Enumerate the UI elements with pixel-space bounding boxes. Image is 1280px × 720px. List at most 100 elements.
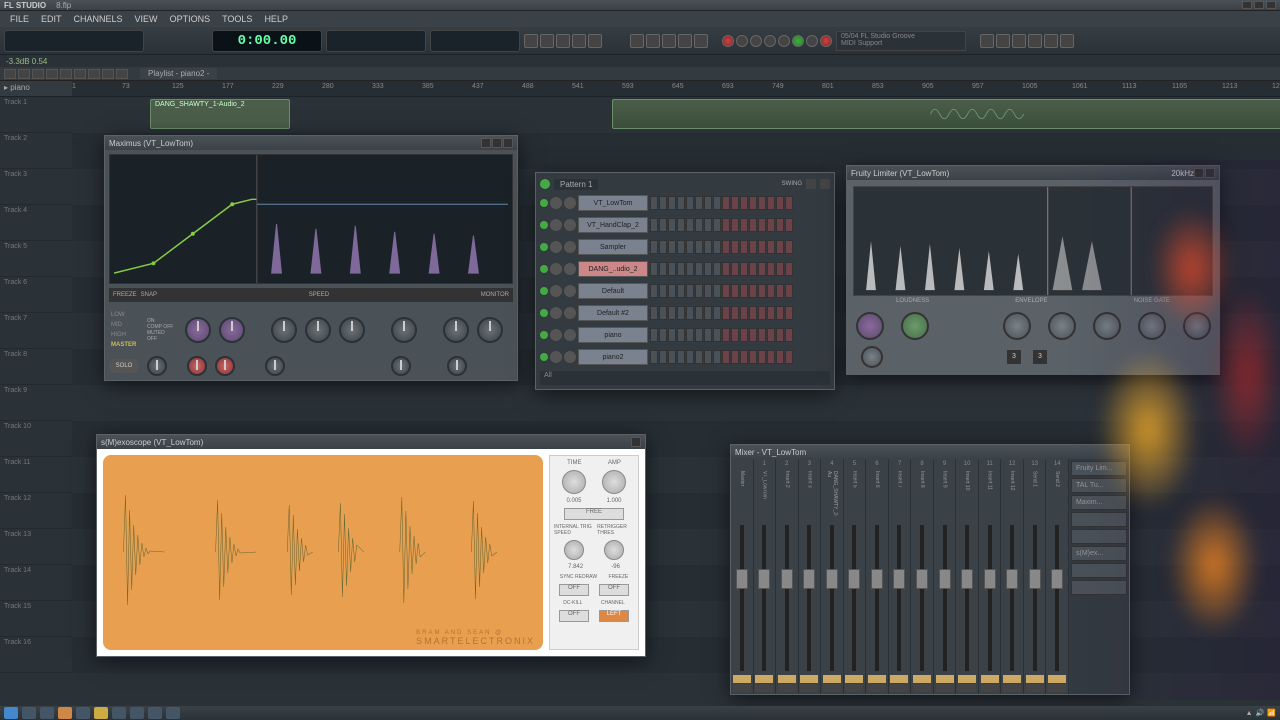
pianoroll-button[interactable]: [662, 34, 676, 48]
channel-led[interactable]: [540, 331, 548, 339]
volume-icon[interactable]: 🔊: [1256, 709, 1265, 717]
menu-edit[interactable]: EDIT: [35, 14, 68, 24]
paint-tool[interactable]: [18, 69, 30, 79]
mute-btn[interactable]: [823, 675, 841, 683]
channel-led[interactable]: [540, 309, 548, 317]
small-knob-5[interactable]: [391, 356, 411, 376]
timeline-ruler[interactable]: 1731251772292803333854374885415936456937…: [72, 81, 1280, 96]
band-low[interactable]: LOW: [109, 310, 139, 320]
step[interactable]: [731, 284, 739, 298]
step[interactable]: [695, 240, 703, 254]
step[interactable]: [677, 306, 685, 320]
info-button[interactable]: [1060, 34, 1074, 48]
mute-btn[interactable]: [936, 675, 954, 683]
knob-5[interactable]: [443, 317, 469, 343]
menu-file[interactable]: FILE: [4, 14, 35, 24]
pan-knob[interactable]: [550, 219, 562, 231]
step[interactable]: [740, 350, 748, 364]
small-knob-3[interactable]: [215, 356, 235, 376]
fader[interactable]: [830, 525, 834, 671]
pan-knob[interactable]: [550, 307, 562, 319]
mixer-strip-2[interactable]: 2Insert 2: [776, 459, 799, 694]
step[interactable]: [659, 218, 667, 232]
fader[interactable]: [762, 525, 766, 671]
int-knob[interactable]: [564, 540, 584, 560]
step[interactable]: [686, 306, 694, 320]
maximus-titlebar[interactable]: Maximus (VT_LowTom): [105, 136, 517, 150]
step[interactable]: [650, 218, 658, 232]
fader[interactable]: [740, 525, 744, 671]
waveform-display[interactable]: BRAM AND SEAN @ SMARTELECTRONIX: [103, 455, 543, 650]
channel-name[interactable]: piano: [578, 327, 648, 343]
gain-knob[interactable]: [856, 312, 884, 340]
rec-opt-3[interactable]: [750, 35, 762, 47]
free-button[interactable]: FREE: [564, 508, 624, 520]
erase-tool[interactable]: [32, 69, 44, 79]
step[interactable]: [713, 196, 721, 210]
knob-6[interactable]: [477, 317, 503, 343]
close-icon[interactable]: [1205, 168, 1215, 178]
vol-knob[interactable]: [564, 241, 576, 253]
cr-footer[interactable]: All: [540, 371, 830, 385]
step[interactable]: [713, 262, 721, 276]
mute-btn[interactable]: [890, 675, 908, 683]
vol-knob[interactable]: [564, 329, 576, 341]
fx-slot[interactable]: s(M)ex...: [1071, 546, 1127, 561]
step[interactable]: [686, 262, 694, 276]
limiter-window[interactable]: Fruity Limiter (VT_LowTom) 20kHz LOUDNES…: [846, 165, 1220, 375]
fx-slot[interactable]: Fruity Lim...: [1071, 461, 1127, 476]
mixer-strip-14[interactable]: 14Send 2: [1046, 459, 1069, 694]
time-knob[interactable]: [562, 470, 586, 494]
flstudio-icon[interactable]: [94, 707, 108, 719]
pan-knob[interactable]: [550, 351, 562, 363]
fader[interactable]: [785, 525, 789, 671]
tray-icon[interactable]: ▲: [1246, 710, 1253, 717]
num-2[interactable]: 3: [1033, 350, 1047, 364]
fader[interactable]: [897, 525, 901, 671]
mute-btn[interactable]: [958, 675, 976, 683]
pattern-button[interactable]: [524, 34, 538, 48]
mixer-strip-13[interactable]: 13Send 1: [1024, 459, 1047, 694]
step[interactable]: [776, 350, 784, 364]
mixer-strip-10[interactable]: 10Insert 10: [956, 459, 979, 694]
step[interactable]: [740, 284, 748, 298]
fx-slot[interactable]: [1071, 512, 1127, 527]
knob-3[interactable]: [339, 317, 365, 343]
step[interactable]: [722, 306, 730, 320]
cut-tool[interactable]: [46, 69, 58, 79]
maximize-button[interactable]: [1254, 1, 1264, 9]
step[interactable]: [740, 196, 748, 210]
step[interactable]: [677, 240, 685, 254]
vol-knob[interactable]: [564, 307, 576, 319]
mixer-strip-0[interactable]: Master: [731, 459, 754, 694]
step[interactable]: [749, 328, 757, 342]
att-knob[interactable]: [1003, 312, 1031, 340]
rel-knob[interactable]: [1048, 312, 1076, 340]
mixer-strip-6[interactable]: 6Insert 6: [866, 459, 889, 694]
step[interactable]: [776, 218, 784, 232]
step[interactable]: [785, 350, 793, 364]
step[interactable]: [740, 218, 748, 232]
step[interactable]: [740, 240, 748, 254]
step[interactable]: [758, 306, 766, 320]
fx-btn[interactable]: [733, 684, 751, 692]
step[interactable]: [713, 328, 721, 342]
mute-btn[interactable]: [755, 675, 773, 683]
pattern-selector[interactable]: Pattern 1: [554, 179, 598, 190]
step[interactable]: [668, 240, 676, 254]
step[interactable]: [686, 284, 694, 298]
maximus-window[interactable]: Maximus (VT_LowTom) FREEZE SNAP SPEED: [104, 135, 518, 381]
vol-knob[interactable]: [564, 197, 576, 209]
help-button[interactable]: [1044, 34, 1058, 48]
step[interactable]: [740, 306, 748, 320]
fx-btn[interactable]: [981, 684, 999, 692]
band-mid[interactable]: MID: [109, 320, 139, 330]
rec-opt-1[interactable]: [722, 35, 734, 47]
mute-btn[interactable]: [800, 675, 818, 683]
mixer-strip-3[interactable]: 3Insert 3: [799, 459, 822, 694]
freeze-btn[interactable]: OFF: [599, 584, 629, 596]
track-picker[interactable]: ▸ piano: [0, 81, 72, 96]
mixer-strip-9[interactable]: 9Insert 9: [934, 459, 957, 694]
app-icon-1[interactable]: [112, 707, 126, 719]
graph-button[interactable]: [806, 179, 816, 189]
